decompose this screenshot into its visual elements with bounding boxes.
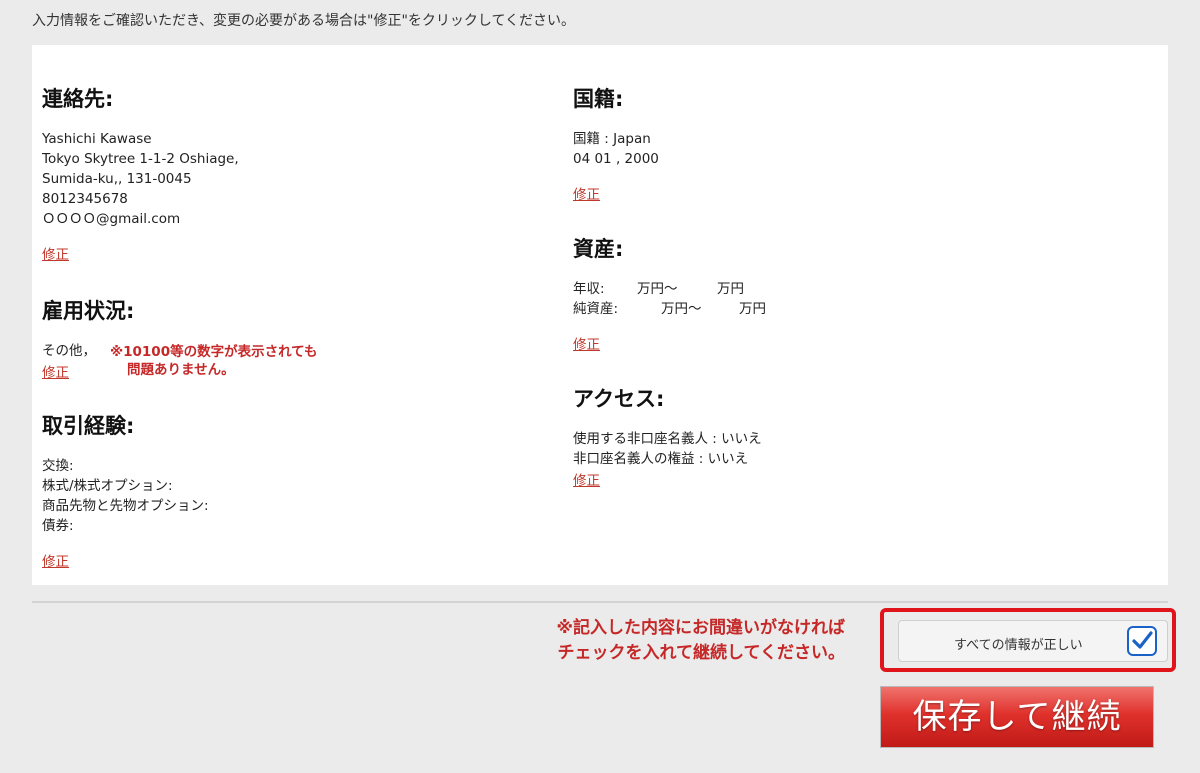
experience-section: 取引経験: 交換: 株式/株式オプション: 商品先物と先物オプション: 債券: … xyxy=(42,410,542,570)
confirmation-note-line-1: ※記入した内容にお間違いがなければ xyxy=(556,618,845,638)
assets-section: 資産: 年収: 万円〜 万円 純資産: 万円〜 万円 修正 xyxy=(573,233,1133,353)
experience-edit-link[interactable]: 修正 xyxy=(42,550,69,570)
experience-exchange: 交換: xyxy=(42,458,74,474)
access-edit-link[interactable]: 修正 xyxy=(573,469,600,489)
contact-heading: 連絡先: xyxy=(42,87,114,111)
access-details: 使用する非口座名義人 : いいえ 非口座名義人の権益 : いいえ xyxy=(573,429,1133,469)
employment-note: ※10100等の数字が表示されても 問題ありません。 xyxy=(110,343,318,379)
experience-heading: 取引経験: xyxy=(42,414,135,438)
access-heading: アクセス: xyxy=(573,387,665,411)
net-assets-label: 純資産: xyxy=(573,301,619,317)
income-to: 万円 xyxy=(717,281,744,297)
net-assets-from: 万円〜 xyxy=(661,301,702,317)
contact-edit-link[interactable]: 修正 xyxy=(42,243,69,263)
employment-heading: 雇用状況: xyxy=(42,299,135,323)
net-assets-to: 万円 xyxy=(739,301,766,317)
nationality-edit-link[interactable]: 修正 xyxy=(573,183,600,203)
employment-note-line-2: 問題ありません。 xyxy=(127,362,235,378)
instruction-text: 入力情報をご確認いただき、変更の必要がある場合は"修正"をクリックしてください。 xyxy=(32,13,576,29)
nationality-section: 国籍: 国籍 : Japan 04 01 , 2000 修正 xyxy=(573,83,1133,203)
checkmark-icon xyxy=(1132,631,1153,649)
assets-details: 年収: 万円〜 万円 純資産: 万円〜 万円 xyxy=(573,279,1133,319)
save-and-continue-button[interactable]: 保存して継続 xyxy=(880,686,1154,748)
contact-name: Yashichi Kawase xyxy=(42,131,152,147)
assets-heading: 資産: xyxy=(573,237,624,261)
access-non-holder: 使用する非口座名義人 : いいえ xyxy=(573,431,762,447)
access-non-holder-interest: 非口座名義人の権益 : いいえ xyxy=(573,451,749,467)
experience-details: 交換: 株式/株式オプション: 商品先物と先物オプション: 債券: xyxy=(42,456,542,536)
divider xyxy=(32,601,1168,603)
nationality-date: 04 01 , 2000 xyxy=(573,151,659,167)
access-section: アクセス: 使用する非口座名義人 : いいえ 非口座名義人の権益 : いいえ 修… xyxy=(573,383,1133,489)
experience-stocks: 株式/株式オプション: xyxy=(42,478,173,494)
nationality-heading: 国籍: xyxy=(573,87,624,111)
employment-section: 雇用状況: その他， 修正 ※10100等の数字が表示されても 問題ありません。 xyxy=(42,295,542,381)
employment-edit-link[interactable]: 修正 xyxy=(42,361,69,381)
contact-address-2: Sumida-ku,, 131-0045 xyxy=(42,171,192,187)
income-row: 年収: 万円〜 万円 xyxy=(573,279,1133,299)
confirmation-note: ※記入した内容にお間違いがなければ チェックを入れて継続してください。 xyxy=(556,616,845,666)
assets-edit-link[interactable]: 修正 xyxy=(573,333,600,353)
income-from: 万円〜 xyxy=(637,281,678,297)
nationality-country: 国籍 : Japan xyxy=(573,131,651,147)
contact-email: ＯＯＯＯ@gmail.com xyxy=(42,211,181,227)
experience-bonds: 債券: xyxy=(42,518,74,534)
contact-phone: 8012345678 xyxy=(42,191,128,207)
confirm-all-correct-toggle[interactable]: すべての情報が正しい xyxy=(898,620,1168,662)
contact-details: Yashichi Kawase Tokyo Skytree 1-1-2 Oshi… xyxy=(42,129,542,229)
income-label: 年収: xyxy=(573,281,605,297)
experience-futures: 商品先物と先物オプション: xyxy=(42,498,209,514)
confirm-highlight: すべての情報が正しい xyxy=(880,608,1176,672)
review-panel: 連絡先: Yashichi Kawase Tokyo Skytree 1-1-2… xyxy=(32,45,1168,585)
confirm-checkbox[interactable] xyxy=(1127,626,1157,656)
net-assets-row: 純資産: 万円〜 万円 xyxy=(573,299,1133,319)
contact-section: 連絡先: Yashichi Kawase Tokyo Skytree 1-1-2… xyxy=(42,83,542,263)
confirmation-note-line-2: チェックを入れて継続してください。 xyxy=(557,643,845,663)
confirm-label: すべての情報が正しい xyxy=(954,638,1083,653)
contact-address-1: Tokyo Skytree 1-1-2 Oshiage, xyxy=(42,151,239,167)
nationality-details: 国籍 : Japan 04 01 , 2000 xyxy=(573,129,1133,169)
employment-note-line-1: ※10100等の数字が表示されても xyxy=(110,344,318,360)
